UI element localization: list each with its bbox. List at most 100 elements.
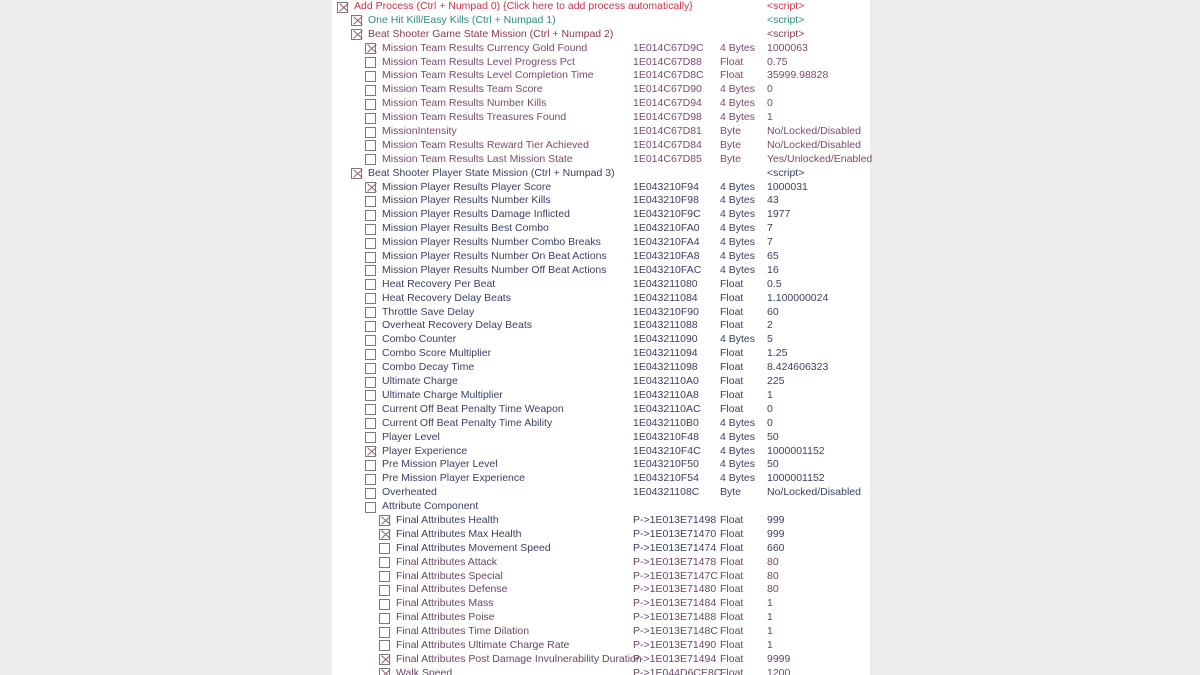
table-row[interactable]: Final Attributes Health P->1E013E71498 Flo…: [332, 514, 870, 528]
checkbox-unchecked-icon[interactable]: [365, 487, 376, 499]
table-row[interactable]: Heat Recovery Delay Beats 1E043211084 Floa…: [332, 292, 870, 306]
checkbox-unchecked-icon[interactable]: [365, 140, 376, 152]
table-row[interactable]: Combo Score Multiplier 1E043211094 Float 1.…: [332, 347, 870, 361]
table-row[interactable]: Attribute Component: [332, 500, 870, 514]
table-row[interactable]: Beat Shooter Game State Mission (Ctrl + …: [332, 28, 870, 42]
table-row[interactable]: Pre Mission Player Level 1E043210F50 4 Byt…: [332, 458, 870, 472]
table-row[interactable]: Walk Speed P->1E044D6CE8C Float 1200: [332, 667, 870, 675]
checkbox-unchecked-icon[interactable]: [365, 70, 376, 82]
checkbox-unchecked-icon[interactable]: [365, 195, 376, 207]
checkbox-unchecked-icon[interactable]: [379, 584, 390, 596]
checkbox-unchecked-icon[interactable]: [365, 390, 376, 402]
table-row[interactable]: Ultimate Charge 1E0432110A0 Float 225: [332, 375, 870, 389]
checkbox-checked-icon[interactable]: [337, 1, 348, 13]
table-row[interactable]: Overheated 1E04321108C Byte No/Locked/Disab…: [332, 486, 870, 500]
table-row[interactable]: Overheat Recovery Delay Beats 1E043211088…: [332, 319, 870, 333]
table-row[interactable]: Final Attributes Max Health P->1E013E7147…: [332, 528, 870, 542]
checkbox-checked-icon[interactable]: [379, 529, 390, 541]
table-row[interactable]: Mission Team Results Reward Tier Achieve…: [332, 139, 870, 153]
table-row[interactable]: Final Attributes Attack P->1E013E71478 Flo…: [332, 556, 870, 570]
checkbox-unchecked-icon[interactable]: [365, 293, 376, 305]
table-row[interactable]: Mission Player Results Number Combo Brea…: [332, 236, 870, 250]
checkbox-unchecked-icon[interactable]: [365, 376, 376, 388]
cheat-table-list[interactable]: Add Process (Ctrl + Numpad 0) {Click her…: [332, 0, 872, 675]
checkbox-checked-icon[interactable]: [351, 29, 362, 41]
checkbox-unchecked-icon[interactable]: [379, 612, 390, 624]
table-row[interactable]: Mission Player Results Number Off Beat A…: [332, 264, 870, 278]
checkbox-unchecked-icon[interactable]: [365, 501, 376, 513]
table-row[interactable]: Combo Decay Time 1E043211098 Float 8.424606…: [332, 361, 870, 375]
checkbox-checked-icon[interactable]: [365, 446, 376, 457]
table-row[interactable]: Final Attributes Ultimate Charge Rate P->…: [332, 639, 870, 653]
checkbox-unchecked-icon[interactable]: [379, 626, 390, 638]
checkbox-unchecked-icon[interactable]: [365, 320, 376, 332]
table-row[interactable]: Current Off Beat Penalty Time Weapon 1E04…: [332, 403, 870, 417]
table-row[interactable]: Mission Team Results Number Kills 1E014C6…: [332, 97, 870, 111]
checkbox-unchecked-icon[interactable]: [365, 112, 376, 124]
table-row[interactable]: MissionIntensity 1E014C67D81 Byte No/Locked…: [332, 125, 870, 139]
table-row[interactable]: Mission Player Results Damage Inflicted 1…: [332, 208, 870, 222]
checkbox-unchecked-icon[interactable]: [365, 418, 376, 430]
checkbox-unchecked-icon[interactable]: [379, 543, 390, 555]
checkbox-unchecked-icon[interactable]: [365, 362, 376, 374]
checkbox-unchecked-icon[interactable]: [365, 126, 376, 138]
checkbox-unchecked-icon[interactable]: [365, 251, 376, 263]
table-row[interactable]: Mission Team Results Level Completion Ti…: [332, 69, 870, 83]
checkbox-unchecked-icon[interactable]: [365, 334, 376, 346]
table-row[interactable]: Final Attributes Defense P->1E013E71480 Fl…: [332, 583, 870, 597]
table-row[interactable]: Final Attributes Mass P->1E013E71484 Float…: [332, 597, 870, 611]
checkbox-unchecked-icon[interactable]: [365, 473, 376, 485]
table-row[interactable]: Mission Team Results Last Mission State 1…: [332, 153, 872, 167]
table-row[interactable]: Mission Team Results Team Score 1E014C67D…: [332, 83, 870, 97]
checkbox-checked-icon[interactable]: [379, 668, 390, 675]
table-row[interactable]: Player Experience 1E043210F4C 4 Bytes 10000…: [332, 445, 870, 459]
table-row[interactable]: Final Attributes Time Dilation P->1E013E7…: [332, 625, 870, 639]
table-row[interactable]: Ultimate Charge Multiplier 1E0432110A8 Flo…: [332, 389, 870, 403]
checkbox-unchecked-icon[interactable]: [365, 57, 376, 69]
checkbox-unchecked-icon[interactable]: [379, 640, 390, 652]
checkbox-checked-icon[interactable]: [351, 15, 362, 27]
table-row[interactable]: Pre Mission Player Experience 1E043210F54…: [332, 472, 870, 486]
checkbox-unchecked-icon[interactable]: [365, 432, 376, 444]
table-row[interactable]: Add Process (Ctrl + Numpad 0) {Click her…: [332, 0, 870, 14]
checkbox-unchecked-icon[interactable]: [365, 459, 376, 471]
table-row[interactable]: Final Attributes Special P->1E013E7147C Fl…: [332, 570, 870, 584]
table-row[interactable]: Mission Player Results Number On Beat Ac…: [332, 250, 870, 264]
checkbox-checked-icon[interactable]: [379, 515, 390, 527]
checkbox-unchecked-icon[interactable]: [365, 209, 376, 221]
checkbox-unchecked-icon[interactable]: [365, 307, 376, 319]
checkbox-unchecked-icon[interactable]: [379, 557, 390, 569]
checkbox-checked-icon[interactable]: [365, 182, 376, 194]
checkbox-unchecked-icon[interactable]: [365, 348, 376, 360]
table-row[interactable]: Current Off Beat Penalty Time Ability 1E0…: [332, 417, 870, 431]
checkbox-unchecked-icon[interactable]: [365, 154, 376, 166]
checkbox-checked-icon[interactable]: [365, 43, 376, 55]
table-row[interactable]: Mission Player Results Number Kills 1E043…: [332, 194, 870, 208]
checkbox-unchecked-icon[interactable]: [365, 279, 376, 291]
table-row[interactable]: Mission Player Results Player Score 1E043…: [332, 181, 870, 195]
table-row[interactable]: Final Attributes Movement Speed P->1E013E…: [332, 542, 870, 556]
table-row[interactable]: Final Attributes Post Damage Invulnerabi…: [332, 653, 870, 667]
checkbox-checked-icon[interactable]: [351, 168, 362, 180]
table-row[interactable]: Mission Team Results Currency Gold Found…: [332, 42, 870, 56]
checkbox-unchecked-icon[interactable]: [365, 98, 376, 110]
table-row[interactable]: Mission Team Results Level Progress Pct 1…: [332, 56, 870, 70]
checkbox-unchecked-icon[interactable]: [379, 598, 390, 610]
checkbox-unchecked-icon[interactable]: [365, 265, 376, 277]
checkbox-checked-icon[interactable]: [379, 654, 390, 666]
checkbox-unchecked-icon[interactable]: [365, 404, 376, 416]
table-row[interactable]: Mission Player Results Best Combo 1E04321…: [332, 222, 870, 236]
checkbox-unchecked-icon[interactable]: [365, 237, 376, 249]
table-row[interactable]: Throttle Save Delay 1E043210F90 Float 60: [332, 306, 870, 320]
checkbox-unchecked-icon[interactable]: [379, 571, 390, 583]
table-row[interactable]: One Hit Kill/Easy Kills (Ctrl + Numpad 1…: [332, 14, 870, 28]
table-row[interactable]: Player Level 1E043210F48 4 Bytes 50: [332, 431, 870, 445]
table-row[interactable]: Mission Team Results Treasures Found 1E01…: [332, 111, 870, 125]
table-row[interactable]: Heat Recovery Per Beat 1E043211080 Float 0.…: [332, 278, 870, 292]
checkbox-unchecked-icon[interactable]: [365, 84, 376, 96]
checkbox-unchecked-icon[interactable]: [365, 223, 376, 235]
table-row[interactable]: Final Attributes Poise P->1E013E71488 Floa…: [332, 611, 870, 625]
table-row[interactable]: Beat Shooter Player State Mission (Ctrl …: [332, 167, 870, 181]
row-type: Float: [720, 611, 744, 624]
table-row[interactable]: Combo Counter 1E043211090 4 Bytes 5: [332, 333, 870, 347]
